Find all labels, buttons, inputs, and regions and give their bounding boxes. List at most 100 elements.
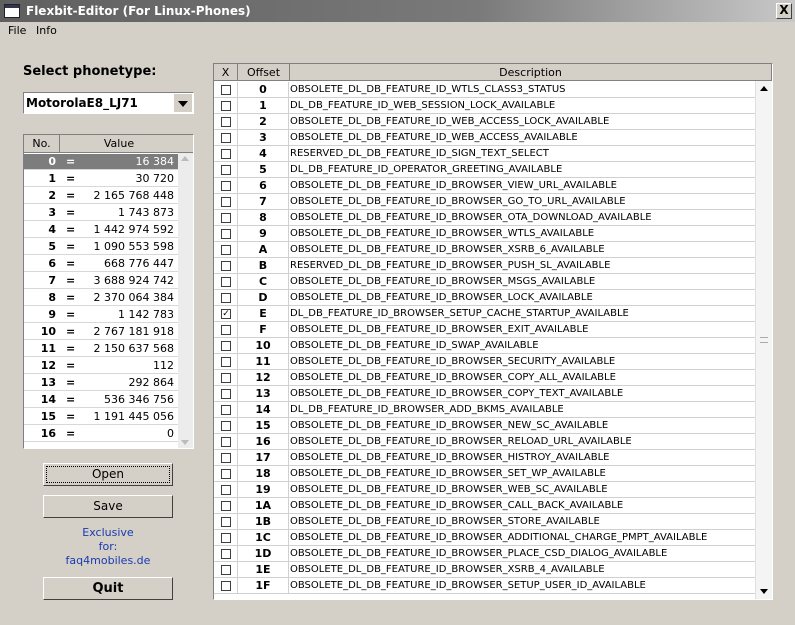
menu-info[interactable]: Info xyxy=(36,24,57,37)
feature-row[interactable]: 9 OBSOLETE_DL_DB_FEATURE_ID_BROWSER_WTLS_… xyxy=(214,226,755,242)
feature-row[interactable]: 13 OBSOLETE_DL_DB_FEATURE_ID_BROWSER_COPY… xyxy=(214,386,755,402)
feature-checkbox[interactable] xyxy=(221,469,231,479)
feature-checkbox[interactable] xyxy=(221,501,231,511)
feature-row[interactable]: 4 RESERVED_DL_DB_FEATURE_ID_SIGN_TEXT_SEL… xyxy=(214,146,755,162)
quit-button[interactable]: Quit xyxy=(43,577,173,600)
column-header-value[interactable]: Value xyxy=(60,135,178,153)
feature-checkbox[interactable] xyxy=(221,437,231,447)
feature-row[interactable]: A OBSOLETE_DL_DB_FEATURE_ID_BROWSER_XSRB_… xyxy=(214,242,755,258)
value-row[interactable]: 8 = 2 370 064 384 xyxy=(24,290,178,306)
value-row[interactable]: 1 = 30 720 xyxy=(24,171,178,187)
value-row[interactable]: 12 = 112 xyxy=(24,358,178,374)
open-button[interactable]: Open xyxy=(43,463,173,486)
chevron-down-icon[interactable] xyxy=(174,94,192,112)
feature-row[interactable]: 7 OBSOLETE_DL_DB_FEATURE_ID_BROWSER_GO_TO… xyxy=(214,194,755,210)
value-row[interactable]: 14 = 536 346 756 xyxy=(24,392,178,408)
close-button[interactable]: X xyxy=(776,3,792,19)
feature-row[interactable]: 1D OBSOLETE_DL_DB_FEATURE_ID_BROWSER_PLAC… xyxy=(214,546,755,562)
feature-checkbox[interactable] xyxy=(221,277,231,287)
feature-row[interactable]: B RESERVED_DL_DB_FEATURE_ID_BROWSER_PUSH_… xyxy=(214,258,755,274)
scroll-grip-icon[interactable] xyxy=(760,337,768,343)
feature-checkbox[interactable] xyxy=(221,181,231,191)
value-row[interactable]: 0 = 16 384 xyxy=(24,154,178,170)
feature-checkbox[interactable] xyxy=(221,485,231,495)
value-row[interactable]: 3 = 1 743 873 xyxy=(24,205,178,221)
feature-row[interactable]: 12 OBSOLETE_DL_DB_FEATURE_ID_BROWSER_COPY… xyxy=(214,370,755,386)
feature-row[interactable]: 2 OBSOLETE_DL_DB_FEATURE_ID_WEB_ACCESS_LO… xyxy=(214,114,755,130)
value-row[interactable]: 9 = 1 142 783 xyxy=(24,307,178,323)
feature-checkbox[interactable] xyxy=(221,549,231,559)
value-row[interactable]: 16 = 0 xyxy=(24,426,178,442)
feature-checkbox[interactable] xyxy=(221,293,231,303)
feature-row[interactable]: 1B OBSOLETE_DL_DB_FEATURE_ID_BROWSER_STOR… xyxy=(214,514,755,530)
value-table-scrollbar[interactable] xyxy=(178,153,193,448)
feature-row[interactable]: 6 OBSOLETE_DL_DB_FEATURE_ID_BROWSER_VIEW_… xyxy=(214,178,755,194)
scroll-up-icon[interactable] xyxy=(181,156,189,161)
feature-row[interactable]: 19 OBSOLETE_DL_DB_FEATURE_ID_BROWSER_WEB_… xyxy=(214,482,755,498)
menu-file[interactable]: File xyxy=(8,24,26,37)
value-row[interactable]: 13 = 292 864 xyxy=(24,375,178,391)
feature-row[interactable]: 10 OBSOLETE_DL_DB_FEATURE_ID_SWAP_AVAILAB… xyxy=(214,338,755,354)
feature-checkbox[interactable] xyxy=(221,357,231,367)
feature-row[interactable]: 0 OBSOLETE_DL_DB_FEATURE_ID_WTLS_CLASS3_S… xyxy=(214,82,755,98)
column-header-description[interactable]: Description xyxy=(290,64,772,81)
feature-row[interactable]: 1 DL_DB_FEATURE_ID_WEB_SESSION_LOCK_AVAIL… xyxy=(214,98,755,114)
scroll-down-icon[interactable] xyxy=(181,440,189,445)
feature-checkbox[interactable] xyxy=(221,133,231,143)
feature-row[interactable]: 1F OBSOLETE_DL_DB_FEATURE_ID_BROWSER_SETU… xyxy=(214,578,755,594)
value-row[interactable]: 5 = 1 090 553 598 xyxy=(24,239,178,255)
feature-row[interactable]: 15 OBSOLETE_DL_DB_FEATURE_ID_BROWSER_NEW_… xyxy=(214,418,755,434)
feature-checkbox[interactable] xyxy=(221,101,231,111)
column-header-offset[interactable]: Offset xyxy=(238,64,290,81)
column-header-check[interactable]: X xyxy=(214,64,238,81)
feature-row[interactable]: F OBSOLETE_DL_DB_FEATURE_ID_BROWSER_EXIT_… xyxy=(214,322,755,338)
column-header-no[interactable]: No. xyxy=(24,135,60,153)
feature-checkbox[interactable]: ✓ xyxy=(221,309,231,319)
feature-checkbox[interactable] xyxy=(221,325,231,335)
feature-checkbox[interactable] xyxy=(221,533,231,543)
feature-checkbox[interactable] xyxy=(221,245,231,255)
value-row[interactable]: 11 = 2 150 637 568 xyxy=(24,341,178,357)
feature-checkbox[interactable] xyxy=(221,229,231,239)
value-row[interactable]: 10 = 2 767 181 918 xyxy=(24,324,178,340)
value-row[interactable]: 4 = 1 442 974 592 xyxy=(24,222,178,238)
feature-checkbox[interactable] xyxy=(221,165,231,175)
feature-checkbox[interactable] xyxy=(221,389,231,399)
feature-checkbox[interactable] xyxy=(221,581,231,591)
scroll-up-icon[interactable] xyxy=(760,86,768,91)
feature-checkbox[interactable] xyxy=(221,341,231,351)
feature-checkbox[interactable] xyxy=(221,261,231,271)
value-row[interactable]: 2 = 2 165 768 448 xyxy=(24,188,178,204)
feature-row[interactable]: 3 OBSOLETE_DL_DB_FEATURE_ID_WEB_ACCESS_AV… xyxy=(214,130,755,146)
feature-row[interactable]: D OBSOLETE_DL_DB_FEATURE_ID_BROWSER_LOCK_… xyxy=(214,290,755,306)
feature-checkbox[interactable] xyxy=(221,197,231,207)
value-row[interactable]: 15 = 1 191 445 056 xyxy=(24,409,178,425)
feature-row[interactable]: 5 DL_DB_FEATURE_ID_OPERATOR_GREETING_AVAI… xyxy=(214,162,755,178)
feature-checkbox[interactable] xyxy=(221,565,231,575)
value-row[interactable]: 7 = 3 688 924 742 xyxy=(24,273,178,289)
feature-row[interactable]: ✓ E DL_DB_FEATURE_ID_BROWSER_SETUP_CACHE_S… xyxy=(214,306,755,322)
feature-checkbox[interactable] xyxy=(221,405,231,415)
feature-checkbox[interactable] xyxy=(221,117,231,127)
feature-row[interactable]: 8 OBSOLETE_DL_DB_FEATURE_ID_BROWSER_OTA_D… xyxy=(214,210,755,226)
value-row[interactable]: 6 = 668 776 447 xyxy=(24,256,178,272)
feature-table-scrollbar[interactable] xyxy=(755,81,772,599)
feature-checkbox[interactable] xyxy=(221,373,231,383)
feature-checkbox[interactable] xyxy=(221,213,231,223)
feature-checkbox[interactable] xyxy=(221,421,231,431)
feature-checkbox[interactable] xyxy=(221,149,231,159)
feature-checkbox[interactable] xyxy=(221,85,231,95)
feature-row[interactable]: 1A OBSOLETE_DL_DB_FEATURE_ID_BROWSER_CALL… xyxy=(214,498,755,514)
save-button[interactable]: Save xyxy=(43,495,173,518)
feature-checkbox[interactable] xyxy=(221,453,231,463)
feature-row[interactable]: 18 OBSOLETE_DL_DB_FEATURE_ID_BROWSER_SET_… xyxy=(214,466,755,482)
feature-row[interactable]: 16 OBSOLETE_DL_DB_FEATURE_ID_BROWSER_RELO… xyxy=(214,434,755,450)
feature-row[interactable]: 14 DL_DB_FEATURE_ID_BROWSER_ADD_BKMS_AVAI… xyxy=(214,402,755,418)
phonetype-dropdown[interactable]: MotorolaE8_LJ71 xyxy=(23,92,194,114)
feature-row[interactable]: 11 OBSOLETE_DL_DB_FEATURE_ID_BROWSER_SECU… xyxy=(214,354,755,370)
feature-row[interactable]: C OBSOLETE_DL_DB_FEATURE_ID_BROWSER_MSGS_… xyxy=(214,274,755,290)
feature-row[interactable]: 17 OBSOLETE_DL_DB_FEATURE_ID_BROWSER_HIST… xyxy=(214,450,755,466)
feature-checkbox[interactable] xyxy=(221,517,231,527)
feature-row[interactable]: 1C OBSOLETE_DL_DB_FEATURE_ID_BROWSER_ADDI… xyxy=(214,530,755,546)
scroll-down-icon[interactable] xyxy=(760,589,768,594)
